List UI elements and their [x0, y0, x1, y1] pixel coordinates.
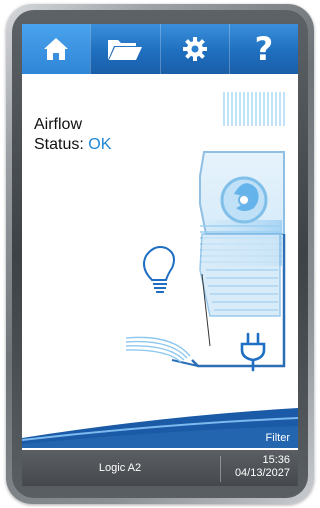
clock: 15:36 04/13/2027 — [235, 454, 290, 480]
time: 15:36 — [262, 454, 290, 466]
footer-divider — [220, 456, 221, 482]
filter-label[interactable]: Filter — [266, 432, 290, 444]
fan-icon — [220, 176, 268, 224]
home-button[interactable] — [22, 24, 91, 74]
folder-icon — [106, 36, 144, 62]
device-name: Logic A2 — [98, 462, 142, 474]
settings-button[interactable] — [159, 24, 229, 74]
footer-wave — [22, 408, 298, 448]
power-plug-icon — [240, 332, 266, 372]
top-toolbar: ? — [22, 24, 298, 74]
touch-screen: ? Airflow Status: OK Filter Logic A2 15:… — [22, 24, 298, 486]
exhaust-airflow — [223, 92, 285, 126]
sash-panel — [199, 233, 281, 317]
date: 04/13/2027 — [234, 467, 290, 479]
device-frame: ? Airflow Status: OK Filter Logic A2 15:… — [0, 0, 320, 508]
status-bar: Logic A2 15:36 04/13/2027 — [22, 450, 298, 486]
lightbulb-icon — [143, 246, 175, 293]
help-button[interactable]: ? — [228, 24, 298, 74]
question-icon: ? — [254, 30, 274, 68]
home-icon — [42, 36, 70, 62]
floor-airflow — [125, 336, 191, 363]
files-button[interactable] — [90, 24, 159, 74]
gear-icon — [182, 36, 208, 62]
fume-hood-illustration — [125, 92, 286, 372]
